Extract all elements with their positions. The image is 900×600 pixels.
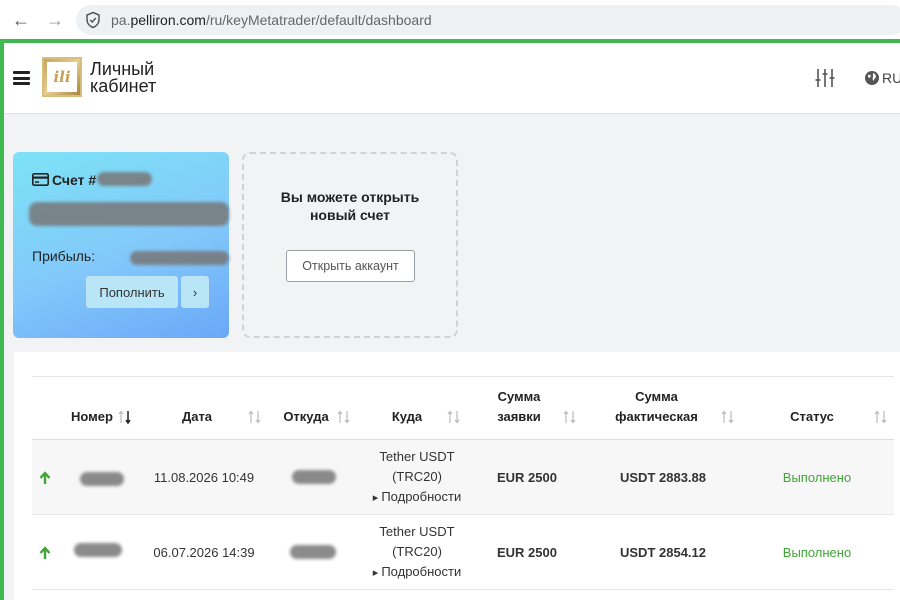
open-account-button[interactable]: Открыть аккаунт: [286, 250, 415, 282]
account-card: Счет # Прибыль: Пополнить ›: [13, 152, 229, 338]
table-header: Номер Дата Откуда Куда Сумма заявки Сумма…: [32, 377, 894, 440]
cell-request-amount: EUR 2500: [497, 545, 557, 560]
globe-icon[interactable]: [864, 70, 880, 86]
chevron-right-button[interactable]: ›: [181, 276, 209, 308]
cell-date: 06.07.2026 14:39: [153, 545, 255, 560]
redacted-number: [74, 543, 122, 557]
url-field[interactable]: pa.pelliron.com/ru/keyMetatrader/default…: [76, 5, 900, 35]
redacted-number: [80, 472, 124, 486]
status-badge: Выполнено: [782, 470, 852, 485]
column-label-number: Номер: [71, 409, 113, 424]
new-account-text-line-1: Вы можете открыть: [280, 189, 420, 205]
column-header-request-amount[interactable]: Сумма заявки: [488, 377, 550, 440]
account-number-label: Счет #: [52, 172, 97, 188]
hamburger-icon[interactable]: [13, 71, 30, 85]
column-header-from[interactable]: Откуда: [276, 377, 336, 440]
destination-line-2: (TRC20): [392, 544, 442, 559]
column-label-to: Куда: [391, 409, 423, 424]
sort-icon[interactable]: [721, 409, 735, 425]
arrow-up-icon: [39, 471, 51, 484]
new-account-text-line-2: новый счет: [309, 207, 391, 223]
redacted-profit-value: [130, 251, 229, 265]
topup-button[interactable]: Пополнить: [86, 276, 178, 308]
sort-icon[interactable]: [337, 409, 351, 425]
destination-line-1: Tether USDT: [379, 524, 455, 539]
cell-actual-amount: USDT 2854.12: [620, 545, 706, 560]
table-row[interactable]: 06.07.2026 14:39 Tether USDT (TRC20) Под…: [32, 515, 894, 590]
column-label-from: Откуда: [283, 409, 329, 424]
brand-title[interactable]: Личный кабинет: [90, 60, 157, 96]
sort-icon[interactable]: [248, 409, 262, 425]
url-path: /ru/keyMetatrader/default/dashboard: [205, 12, 432, 28]
column-header-date[interactable]: Дата: [162, 377, 232, 440]
column-label-line-1: Сумма: [635, 389, 678, 404]
profit-label: Прибыль:: [32, 248, 96, 264]
cell-actual-amount: USDT 2883.88: [620, 470, 706, 485]
details-toggle[interactable]: Подробности: [373, 562, 461, 583]
brand-line-2: кабинет: [90, 76, 157, 96]
column-label-date: Дата: [181, 409, 213, 424]
logo[interactable]: ili: [42, 57, 82, 97]
details-toggle[interactable]: Подробности: [373, 487, 461, 508]
logo-mark: ili: [47, 62, 77, 92]
column-header-to[interactable]: Куда: [377, 377, 437, 440]
language-selector[interactable]: RU: [882, 70, 900, 86]
sort-icon[interactable]: [874, 409, 888, 425]
column-label-line-2: фактическая: [615, 409, 698, 424]
new-account-text: Вы можете открыть новый счет: [244, 188, 456, 224]
redacted-account-number: [97, 172, 152, 186]
destination-line-1: Tether USDT: [379, 449, 455, 464]
destination-line-2: (TRC20): [392, 469, 442, 484]
cell-request-amount: EUR 2500: [497, 470, 557, 485]
column-header-number[interactable]: Номер: [62, 377, 122, 440]
sort-icon[interactable]: [563, 409, 577, 425]
browser-address-bar: ← → pa.pelliron.com/ru/keyMetatrader/def…: [0, 0, 900, 40]
column-label-line-1: Сумма: [497, 389, 541, 404]
shield-check-icon[interactable]: [84, 11, 102, 29]
column-label-actual-amount: Сумма фактическая: [615, 387, 698, 427]
status-badge: Выполнено: [782, 545, 852, 560]
credit-card-icon: [32, 173, 49, 186]
forward-arrow-icon[interactable]: →: [44, 9, 66, 31]
table-row[interactable]: 11.08.2026 10:49 Tether USDT (TRC20) Под…: [32, 440, 894, 515]
url-domain: pelliron.com: [130, 12, 206, 28]
redacted-balance: [29, 202, 229, 226]
transactions-panel: Номер Дата Откуда Куда Сумма заявки Сумма…: [14, 352, 900, 600]
sort-desc-icon[interactable]: [118, 409, 132, 425]
redacted-source: [292, 470, 336, 484]
column-label-line-2: заявки: [497, 409, 541, 424]
cell-destination: Tether USDT (TRC20) Подробности: [352, 440, 482, 515]
new-account-card: Вы можете открыть новый счет Открыть акк…: [242, 152, 458, 338]
transactions-table: Номер Дата Откуда Куда Сумма заявки Сумма…: [32, 376, 894, 590]
url-text[interactable]: pa.pelliron.com/ru/keyMetatrader/default…: [111, 12, 432, 28]
column-label-status: Статус: [790, 409, 834, 424]
back-arrow-icon[interactable]: ←: [10, 9, 32, 31]
url-prefix: pa.: [111, 12, 131, 28]
app-header: ili Личный кабинет RU: [4, 43, 900, 114]
sort-icon[interactable]: [447, 409, 461, 425]
column-header-status[interactable]: Статус: [777, 377, 847, 440]
redacted-source: [290, 545, 336, 559]
sliders-icon[interactable]: [814, 67, 836, 89]
column-label-request-amount: Сумма заявки: [497, 387, 541, 427]
column-header-actual-amount[interactable]: Сумма фактическая: [604, 377, 709, 440]
cell-destination: Tether USDT (TRC20) Подробности: [352, 515, 482, 590]
cell-date: 11.08.2026 10:49: [153, 470, 255, 485]
arrow-up-icon: [39, 546, 51, 559]
